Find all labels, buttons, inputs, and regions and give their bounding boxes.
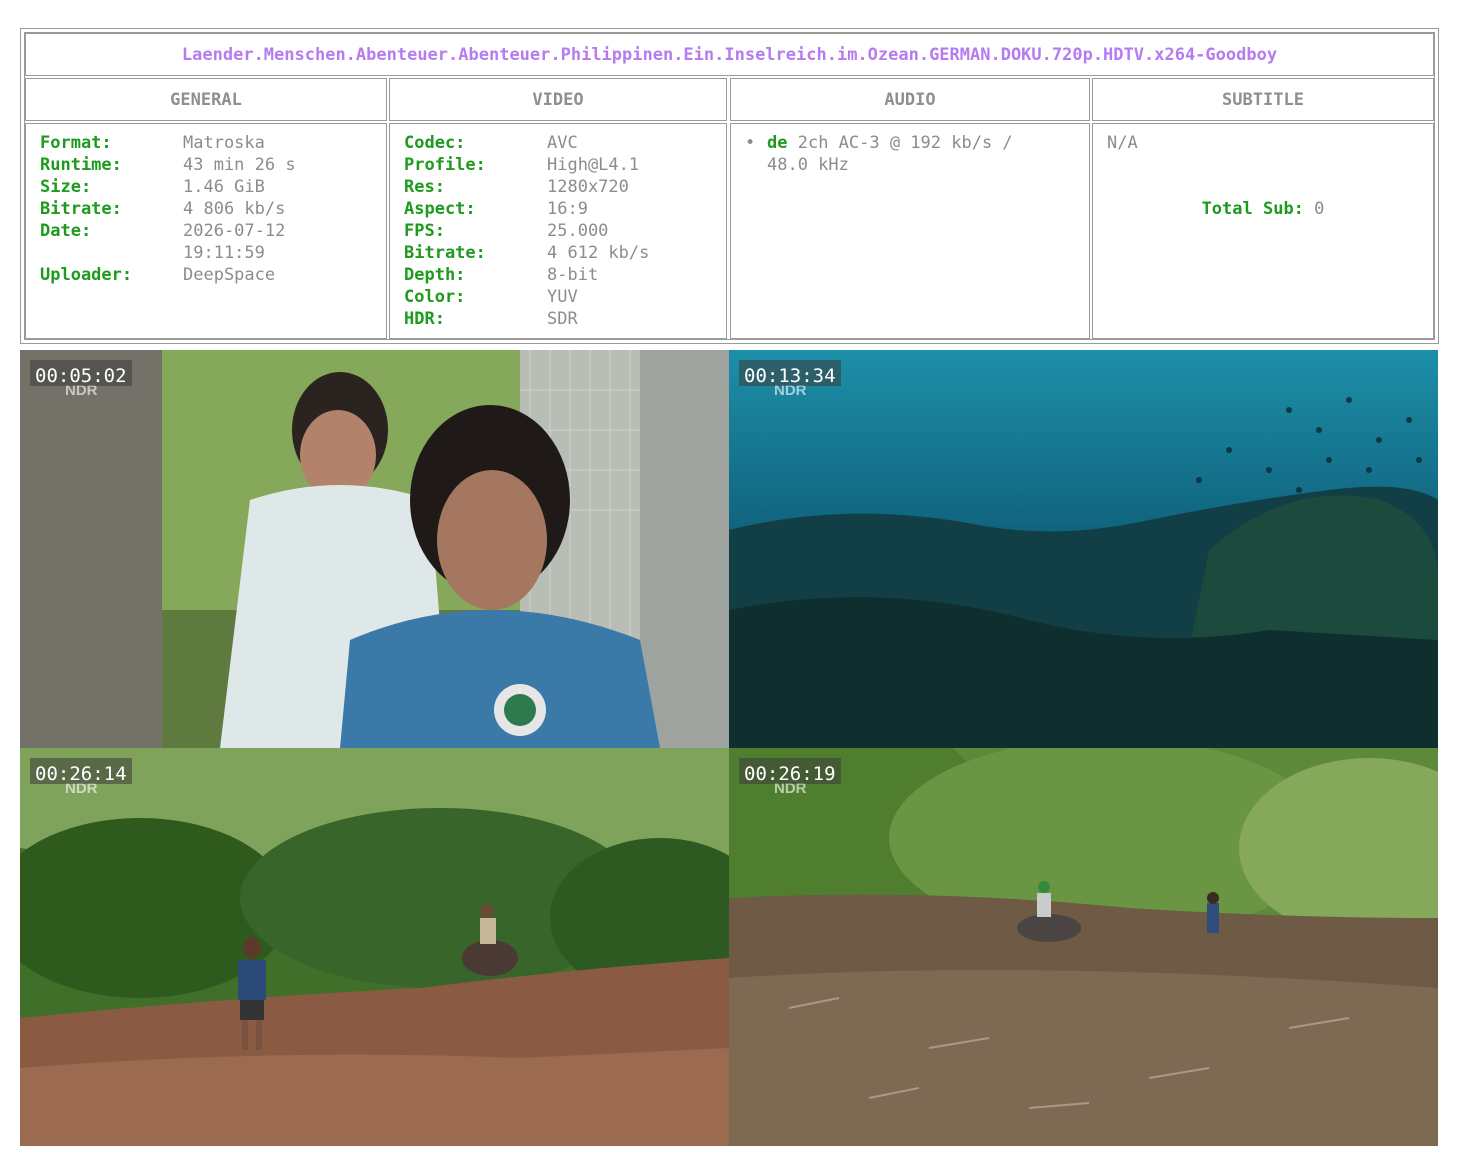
video-key: Res: — [404, 177, 445, 197]
audio-section: • de 2ch AC-3 @ 192 kb/s / 48.0 kHz — [730, 123, 1090, 339]
timestamp: 00:26:19 — [739, 758, 841, 785]
screenshot-grid: NDR 00:05:02 NDR 00:13:34 NDR 00:26:14 N… — [20, 350, 1438, 1146]
general-key: Bitrate: — [40, 199, 122, 219]
timestamp: 00:05:02 — [30, 360, 132, 387]
total-sub-label: Total Sub: — [1201, 199, 1304, 219]
timestamp: 00:26:14 — [30, 758, 132, 785]
video-value: YUV — [547, 287, 578, 307]
video-key: Profile: — [404, 155, 486, 175]
video-row: Aspect: 16:9 — [404, 198, 712, 220]
audio-detail-rate: 48.0 kHz — [767, 155, 849, 175]
general-row: Format: Matroska — [40, 132, 372, 154]
general-key: Uploader: — [40, 265, 133, 285]
total-subtitles: Total Sub: 0 — [1107, 198, 1419, 220]
video-value: AVC — [547, 133, 578, 153]
general-row: Size: 1.46 GiB — [40, 176, 372, 198]
video-header: VIDEO — [389, 78, 727, 121]
screenshot-1: NDR 00:05:02 — [20, 350, 729, 748]
general-key: Size: — [40, 177, 92, 197]
general-value: Matroska — [183, 133, 265, 153]
media-info-table: Laender.Menschen.Abenteuer.Abenteuer.Phi… — [20, 28, 1439, 344]
general-key: Runtime: — [40, 155, 122, 175]
general-value: 4 806 kb/s — [183, 199, 286, 219]
release-title: Laender.Menschen.Abenteuer.Abenteuer.Phi… — [25, 33, 1434, 76]
subtitle-header: SUBTITLE — [1092, 78, 1434, 121]
video-value: High@L4.1 — [547, 155, 640, 175]
timestamp: 00:13:34 — [739, 360, 841, 387]
video-value: SDR — [547, 309, 578, 329]
audio-language: de — [767, 133, 788, 153]
video-key: Depth: — [404, 265, 466, 285]
general-key: Date: — [40, 221, 92, 241]
video-key: Aspect: — [404, 199, 476, 219]
video-value: 1280x720 — [547, 177, 629, 197]
video-value: 16:9 — [547, 199, 588, 219]
video-row: Color: YUV — [404, 286, 712, 308]
audio-header: AUDIO — [730, 78, 1090, 121]
general-value: 2026-07-12 19:11:59 — [183, 221, 286, 263]
general-row: Uploader: DeepSpace — [40, 264, 372, 286]
video-row: Profile: High@L4.1 — [404, 154, 712, 176]
general-section: Format: Matroska Runtime: 43 min 26 s Size… — [25, 123, 387, 339]
video-row: HDR: SDR — [404, 308, 712, 330]
general-row: Bitrate: 4 806 kb/s — [40, 198, 372, 220]
video-row: Depth: 8-bit — [404, 264, 712, 286]
general-value: DeepSpace — [183, 265, 276, 285]
general-header: GENERAL — [25, 78, 387, 121]
video-row: Bitrate: 4 612 kb/s — [404, 242, 712, 264]
scene-buffalo-rider — [729, 748, 1438, 1146]
video-section: Codec: AVC Profile: High@L4.1 Res: 1280x720… — [389, 123, 727, 339]
audio-detail: 2ch AC-3 @ 192 kb/s / — [787, 133, 1013, 153]
video-value: 25.000 — [547, 221, 609, 241]
screenshot-2: NDR 00:13:34 — [729, 350, 1438, 748]
video-key: FPS: — [404, 221, 445, 241]
video-row: FPS: 25.000 — [404, 220, 712, 242]
video-row: Res: 1280x720 — [404, 176, 712, 198]
scene-man-walking-field — [20, 748, 729, 1146]
total-sub-value: 0 — [1314, 199, 1325, 219]
video-key: Bitrate: — [404, 243, 486, 263]
general-value: 1.46 GiB — [183, 177, 265, 197]
video-key: Color: — [404, 287, 466, 307]
video-key: HDR: — [404, 309, 445, 329]
general-value: 43 min 26 s — [183, 155, 296, 175]
general-row: Runtime: 43 min 26 s — [40, 154, 372, 176]
general-key: Format: — [40, 133, 112, 153]
scene-two-men-greenhouse — [20, 350, 729, 748]
general-row: Date: 2026-07-12 19:11:59 — [40, 220, 372, 264]
video-value: 4 612 kb/s — [547, 243, 650, 263]
screenshot-4: NDR 00:26:19 — [729, 748, 1438, 1146]
video-row: Codec: AVC — [404, 132, 712, 154]
subtitle-value: N/A — [1107, 133, 1138, 153]
subtitle-section: N/A Total Sub: 0 — [1092, 123, 1434, 339]
bullet-icon: • — [745, 133, 756, 153]
screenshot-3: NDR 00:26:14 — [20, 748, 729, 1146]
video-value: 8-bit — [547, 265, 599, 285]
video-key: Codec: — [404, 133, 466, 153]
scene-coral-reef — [729, 350, 1438, 748]
audio-track: • de 2ch AC-3 @ 192 kb/s / 48.0 kHz — [745, 132, 1075, 176]
